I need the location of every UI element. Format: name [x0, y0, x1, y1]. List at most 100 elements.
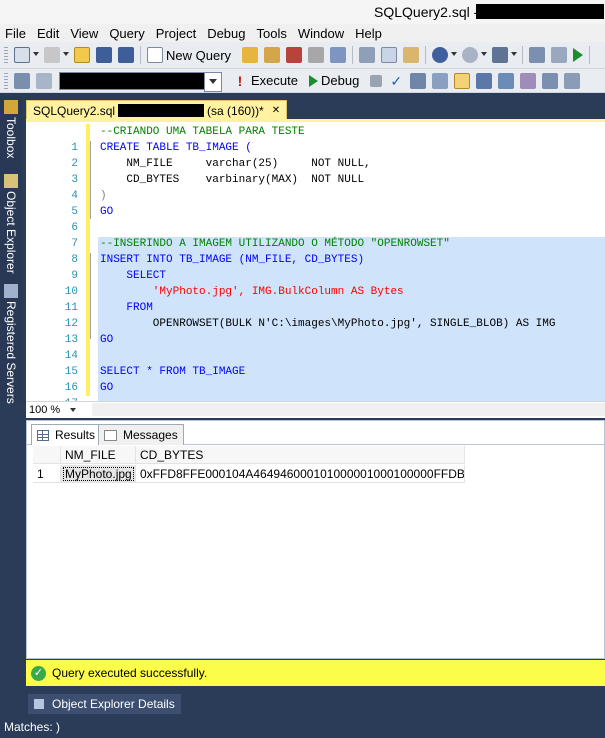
chevron-down-icon[interactable] [481, 52, 488, 58]
chevron-down-icon[interactable] [451, 52, 458, 58]
mdx-query-icon[interactable] [286, 47, 303, 63]
save-icon[interactable] [96, 47, 112, 63]
dmx-query-icon[interactable] [308, 47, 325, 63]
connect-icon[interactable] [14, 72, 30, 89]
close-icon[interactable]: ✕ [272, 105, 280, 116]
change-marker [86, 332, 90, 348]
menu-view[interactable]: View [70, 26, 98, 41]
menu-edit[interactable]: Edit [37, 26, 59, 41]
status-message: Query executed successfully. [52, 666, 208, 680]
toolbar-separator [425, 46, 427, 64]
code-text: INSERT INTO TB_IMAGE (NM_FILE, CD_BYTES) [100, 254, 365, 266]
change-marker [86, 316, 90, 332]
estimated-plan-icon[interactable] [410, 72, 427, 89]
code-text: GO [100, 382, 114, 394]
grid-icon [37, 429, 49, 441]
code-text: ) [100, 190, 107, 202]
toolbar-grip[interactable] [4, 72, 8, 89]
menu-window[interactable]: Window [298, 26, 344, 41]
paste-icon[interactable] [403, 47, 420, 63]
redo-icon[interactable] [462, 47, 479, 63]
include-plan-icon[interactable] [498, 72, 515, 89]
menu-file[interactable]: File [5, 26, 26, 41]
stop-icon[interactable] [370, 74, 383, 87]
chevron-down-icon[interactable] [70, 408, 77, 412]
new-query-button[interactable]: New Query [166, 48, 231, 63]
change-marker [86, 220, 90, 236]
object-explorer-tab[interactable]: Object Explorer [0, 174, 22, 274]
code-line: 1 --CRIANDO UMA TABELA PARA TESTE [26, 124, 605, 154]
code-line: 16 SELECT * FROM TB_IMAGE [26, 364, 605, 394]
menu-debug[interactable]: Debug [207, 26, 245, 41]
database-select[interactable] [59, 71, 222, 92]
xmla-query-icon[interactable] [330, 47, 347, 63]
copy-icon[interactable] [381, 47, 398, 63]
sql-editor[interactable]: 1 --CRIANDO UMA TABELA PARA TESTE 2 CREA… [26, 122, 605, 401]
menu-project[interactable]: Project [156, 26, 196, 41]
change-marker [86, 140, 90, 156]
registered-servers-icon [4, 284, 18, 298]
comment-icon[interactable] [564, 72, 581, 89]
add-item-icon[interactable] [44, 47, 60, 63]
results-tab-strip: Results Messages [27, 421, 604, 445]
row-selector-header[interactable] [33, 446, 61, 464]
registered-servers-label: Registered Servers [4, 301, 18, 404]
horizontal-scrollbar[interactable] [92, 403, 605, 416]
zoom-level[interactable]: 100 % [29, 404, 60, 416]
start-icon[interactable] [573, 48, 584, 62]
column-header-cd-bytes[interactable]: CD_BYTES [136, 446, 465, 464]
window-title: SQLQuery2.sql - [374, 4, 479, 20]
object-explorer-details-tab[interactable]: Object Explorer Details [28, 694, 181, 714]
new-project-icon[interactable] [14, 47, 30, 63]
code-line: 10 SELECT [26, 268, 605, 298]
results-pane: Results Messages NM_FILE CD_BYTES 1 MyPh… [26, 420, 605, 659]
cell-cd-bytes[interactable]: 0xFFD8FFE000104A464946000101000001000100… [136, 465, 465, 483]
code-text: GO [100, 334, 114, 346]
column-header-nm-file[interactable]: NM_FILE [61, 446, 136, 464]
change-marker [86, 124, 90, 140]
screenshot-icon[interactable] [529, 47, 546, 63]
menu-tools[interactable]: Tools [257, 26, 287, 41]
document-tab[interactable]: SQLQuery2.sql (sa (160))* ✕ [26, 100, 288, 120]
change-marker [86, 348, 90, 364]
menu-help[interactable]: Help [355, 26, 382, 41]
execute-button[interactable]: Execute [251, 73, 298, 88]
debug-button[interactable]: Debug [321, 73, 359, 88]
client-stats-icon[interactable] [520, 72, 537, 89]
analysis-query-icon[interactable] [264, 47, 281, 63]
code-line: 15 [26, 348, 605, 378]
change-connection-icon[interactable] [36, 72, 52, 89]
change-marker [86, 268, 90, 284]
database-engine-query-icon[interactable] [242, 47, 259, 63]
results-to-file-icon[interactable] [542, 72, 559, 89]
registered-servers-tab[interactable]: Registered Servers [0, 284, 22, 404]
cell-nm-file[interactable]: MyPhoto.jpg [61, 465, 136, 483]
save-all-icon[interactable] [118, 47, 134, 63]
open-folder-icon[interactable] [74, 47, 90, 63]
results-to-text-icon[interactable] [476, 72, 493, 89]
tab-messages[interactable]: Messages [98, 424, 184, 445]
code-text: CREATE TABLE TB_IMAGE ( [100, 142, 252, 154]
row-number[interactable]: 1 [33, 465, 61, 483]
parse-check-icon[interactable]: ✓ [388, 73, 404, 89]
code-line: 6 GO [26, 204, 605, 234]
results-to-grid-icon[interactable] [454, 72, 471, 89]
menu-query[interactable]: Query [109, 26, 144, 41]
chevron-down-icon[interactable] [33, 52, 39, 58]
toolbox-tab[interactable]: Toolbox [0, 100, 22, 158]
cut-icon[interactable] [359, 47, 376, 63]
toolbar-grip[interactable] [4, 47, 8, 63]
navigate-icon[interactable] [492, 47, 509, 63]
change-marker [86, 188, 90, 204]
code-line: 2 CREATE TABLE TB_IMAGE ( [26, 140, 605, 170]
solution-icon[interactable] [551, 47, 568, 63]
code-text: SELECT * FROM TB_IMAGE [100, 366, 246, 378]
menu-bar: File Edit View Query Project Debug Tools… [0, 24, 605, 42]
chevron-down-icon[interactable] [63, 52, 69, 58]
chevron-down-icon[interactable] [511, 52, 518, 58]
undo-icon[interactable] [432, 47, 449, 63]
new-query-icon[interactable] [147, 47, 163, 63]
query-designer-icon[interactable] [432, 72, 449, 89]
tab-results[interactable]: Results [31, 424, 102, 445]
messages-icon [104, 429, 117, 441]
